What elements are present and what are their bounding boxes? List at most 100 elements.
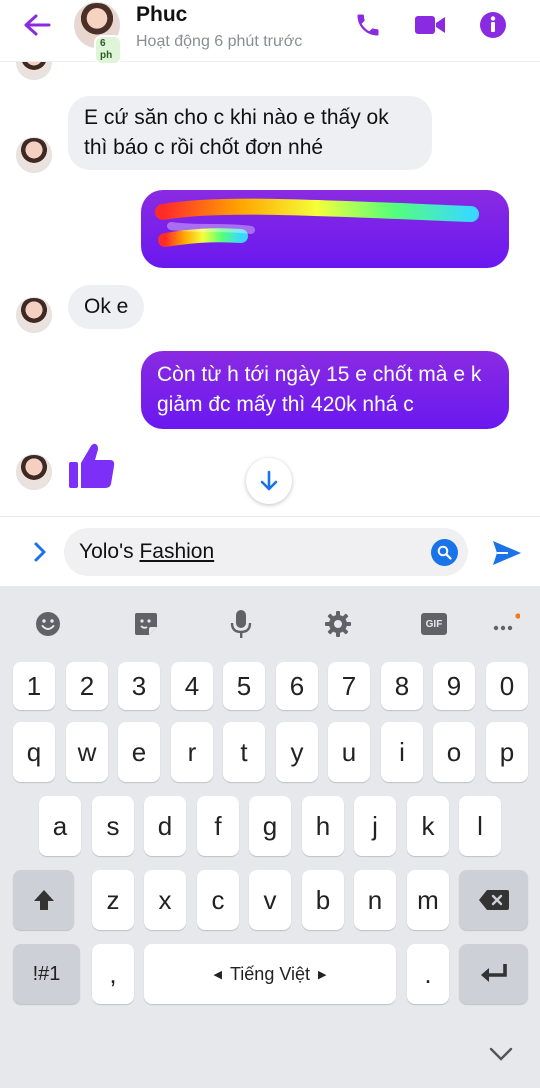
caret-left-icon: ◀ xyxy=(213,968,222,981)
space-key[interactable]: ◀ Tiếng Việt ▶ xyxy=(144,944,396,1004)
shift-arrow-icon xyxy=(33,890,54,910)
video-call-button[interactable] xyxy=(414,10,446,40)
contact-name[interactable]: Phuc xyxy=(136,3,187,27)
period-key[interactable]: . xyxy=(407,944,449,1004)
key-5[interactable]: 5 xyxy=(223,662,265,710)
more-icon xyxy=(493,613,520,631)
key-f[interactable]: f xyxy=(197,796,239,856)
backspace-key[interactable] xyxy=(459,870,528,930)
key-i[interactable]: i xyxy=(381,722,423,782)
key-7[interactable]: 7 xyxy=(328,662,370,710)
key-9[interactable]: 9 xyxy=(433,662,475,710)
key-0[interactable]: 0 xyxy=(486,662,528,710)
outgoing-message[interactable]: Còn từ h tới ngày 15 e chốt mà e k giảm … xyxy=(141,351,509,429)
phone-icon xyxy=(357,14,379,36)
contact-avatar[interactable]: 6 ph xyxy=(74,2,122,65)
send-button[interactable] xyxy=(492,539,522,567)
thumbs-up-icon[interactable] xyxy=(68,442,116,490)
key-t[interactable]: t xyxy=(223,722,265,782)
incoming-message[interactable]: E cứ săn cho c khi nào e thấy ok thì báo… xyxy=(68,96,432,170)
key-m[interactable]: m xyxy=(407,870,449,930)
key-v[interactable]: v xyxy=(249,870,291,930)
back-arrow-icon xyxy=(24,14,51,36)
mic-icon xyxy=(230,610,252,638)
key-h[interactable]: h xyxy=(302,796,344,856)
key-a[interactable]: a xyxy=(39,796,81,856)
key-z[interactable]: z xyxy=(92,870,134,930)
key-x[interactable]: x xyxy=(144,870,186,930)
on-screen-keyboard: GIF 1 2 3 4 5 6 7 8 9 0 q w e r t y u i … xyxy=(0,586,540,1088)
key-b[interactable]: b xyxy=(302,870,344,930)
scribble-redaction xyxy=(155,198,479,247)
search-icon xyxy=(437,545,452,560)
key-2[interactable]: 2 xyxy=(66,662,108,710)
incoming-message[interactable]: Ok e xyxy=(68,285,145,329)
expand-actions-button[interactable] xyxy=(26,539,54,565)
hide-keyboard-button[interactable] xyxy=(486,1042,516,1066)
shift-key[interactable] xyxy=(13,870,74,930)
voice-input-button[interactable] xyxy=(221,606,261,642)
key-k[interactable]: k xyxy=(407,796,449,856)
key-q[interactable]: q xyxy=(13,722,55,782)
key-j[interactable]: j xyxy=(354,796,396,856)
key-w[interactable]: w xyxy=(66,722,108,782)
message-input-text: Yolo's Fashion xyxy=(79,540,214,564)
message-input[interactable]: Yolo's Fashion xyxy=(64,528,468,576)
comma-key[interactable]: , xyxy=(92,944,134,1004)
key-p[interactable]: p xyxy=(486,722,528,782)
key-1[interactable]: 1 xyxy=(13,662,55,710)
space-key-label: ◀ Tiếng Việt ▶ xyxy=(214,964,327,985)
keyboard-language-label: Tiếng Việt xyxy=(229,963,311,984)
emoji-button[interactable] xyxy=(28,606,68,642)
sticker-button[interactable] xyxy=(126,606,166,642)
video-camera-icon xyxy=(415,16,445,34)
call-button[interactable] xyxy=(352,10,384,40)
lookup-button[interactable] xyxy=(431,539,458,566)
key-d[interactable]: d xyxy=(144,796,186,856)
key-g[interactable]: g xyxy=(249,796,291,856)
scroll-to-bottom-button[interactable] xyxy=(246,458,292,504)
outgoing-message-redacted[interactable] xyxy=(141,190,509,268)
key-6[interactable]: 6 xyxy=(276,662,318,710)
enter-icon xyxy=(480,964,507,982)
key-y[interactable]: y xyxy=(276,722,318,782)
key-u[interactable]: u xyxy=(328,722,370,782)
chevron-down-icon xyxy=(489,1047,513,1061)
active-time-badge: 6 ph xyxy=(94,35,122,65)
key-l[interactable]: l xyxy=(459,796,501,856)
send-icon xyxy=(493,541,521,565)
key-n[interactable]: n xyxy=(354,870,396,930)
input-text-underlined: Fashion xyxy=(139,540,215,563)
back-button[interactable] xyxy=(20,10,54,40)
info-button[interactable] xyxy=(477,10,509,40)
arrow-down-icon xyxy=(260,470,278,491)
key-c[interactable]: c xyxy=(197,870,239,930)
caret-right-icon: ▶ xyxy=(318,968,327,981)
key-3[interactable]: 3 xyxy=(118,662,160,710)
avatar xyxy=(16,62,52,80)
enter-key[interactable] xyxy=(459,944,528,1004)
sticker-icon xyxy=(135,613,157,635)
key-4[interactable]: 4 xyxy=(171,662,213,710)
key-8[interactable]: 8 xyxy=(381,662,423,710)
input-text-plain: Yolo's xyxy=(79,540,140,563)
message-list[interactable]: E cứ săn cho c khi nào e thấy ok thì báo… xyxy=(0,62,540,516)
key-r[interactable]: r xyxy=(171,722,213,782)
key-s[interactable]: s xyxy=(92,796,134,856)
settings-button[interactable] xyxy=(318,606,358,642)
gear-icon xyxy=(325,611,351,637)
key-o[interactable]: o xyxy=(433,722,475,782)
more-options-button[interactable] xyxy=(485,606,525,642)
avatar xyxy=(16,454,52,490)
info-icon xyxy=(480,12,506,38)
contact-status: Hoạt động 6 phút trước xyxy=(136,33,303,50)
key-e[interactable]: e xyxy=(118,722,160,782)
gif-button[interactable]: GIF xyxy=(414,606,454,642)
avatar xyxy=(16,297,52,333)
gif-icon: GIF xyxy=(421,613,447,635)
chevron-right-icon xyxy=(34,542,46,562)
symbols-key[interactable]: !#1 xyxy=(13,944,80,1004)
message-composer: Yolo's Fashion xyxy=(0,516,540,586)
avatar xyxy=(16,137,52,173)
backspace-icon xyxy=(478,890,509,910)
